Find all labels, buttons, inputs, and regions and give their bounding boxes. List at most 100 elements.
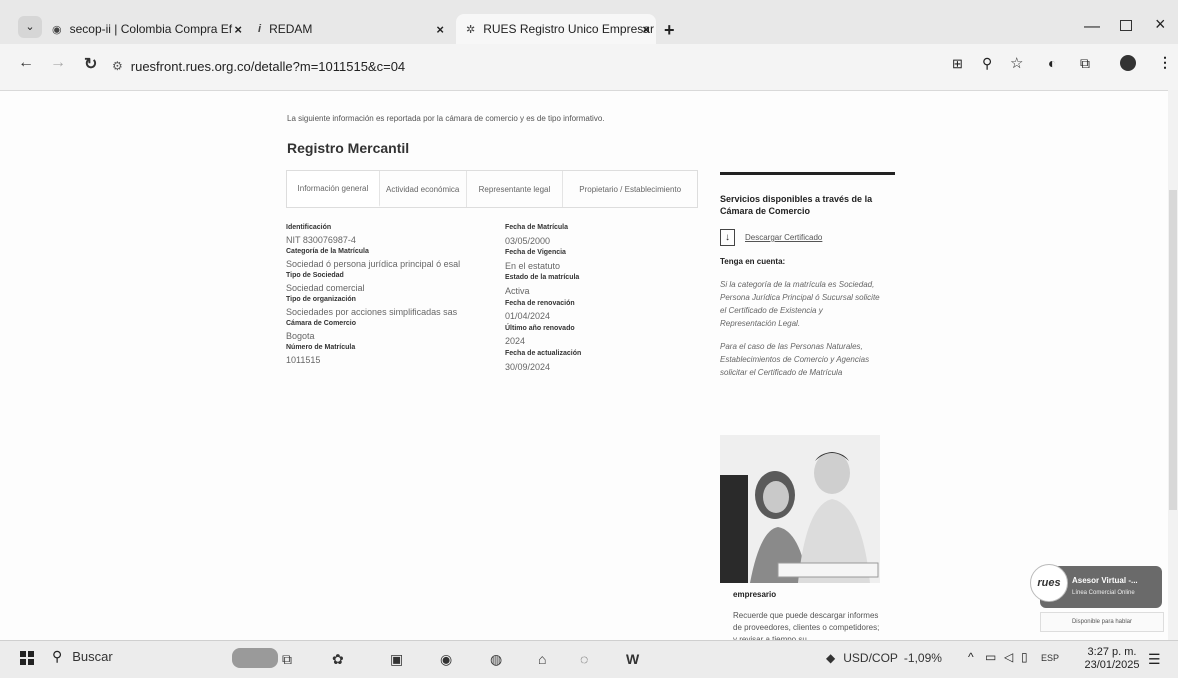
restore-button[interactable] [1120,20,1132,31]
reload-button[interactable]: ↻ [84,54,97,74]
whatsapp-icon[interactable]: ◌ [580,651,588,667]
chat-brand: rues [1037,577,1061,589]
note-1: Si la categoría de la matrícula es Socie… [720,280,880,328]
field-value: 1011515 [286,355,321,365]
card-title: empresario [733,590,777,599]
profile-avatar[interactable] [1120,55,1136,71]
field-label: Categoría de la Matrícula [286,248,369,255]
field-value: 30/09/2024 [505,361,551,372]
field-value: Sociedades por acciones simplificadas sa… [286,307,458,317]
site-info-icon[interactable]: ⚙ [112,59,123,73]
chat-title: Asesor Virtual -... [1072,576,1138,585]
rues-icon: ✲ [466,23,476,36]
windows-start-icon[interactable] [20,651,34,665]
services-sidebar: Servicios disponibles a través de la Cám… [720,172,895,379]
field-value: Sociedad ó persona jurídica principal ó … [286,259,461,269]
card-text: Recuerde que puede descargar informes de… [733,611,880,640]
right-fields: Fecha de Matrícula 03/05/2000 Fecha de V… [505,222,685,373]
tab-secop[interactable]: ◉ secop-ii | Colombia Compra Ef × [52,14,248,44]
field-label: Tipo de organización [286,296,356,303]
tenga-heading: Tenga en cuenta: [720,257,786,266]
clock[interactable]: 3:27 p. m. 23/01/2025 [1082,646,1142,672]
tray-chevron-icon[interactable]: ^ [968,650,974,664]
translate-icon[interactable]: ⊞ [952,56,963,72]
promo-image [720,435,880,583]
clock-time: 3:27 p. m. [1087,646,1137,658]
close-icon[interactable]: × [436,22,444,37]
taskbar [0,640,1178,678]
field-label: Fecha de Vigencia [505,249,566,257]
close-icon[interactable]: × [234,22,242,37]
field-label: Identificación [286,224,332,231]
tab-representante-legal[interactable]: Representante legal [467,171,564,207]
page-title: Registro Mercantil [287,140,410,156]
zoom-icon[interactable]: ⚲ [982,55,992,72]
field-label: Último año renovado [505,324,575,332]
chrome-icon[interactable]: ◉ [440,651,452,668]
intro-text: La siguiente información es reportada po… [287,114,605,123]
download-label: Descargar Certificado [745,233,823,242]
minimize-button[interactable]: — [1084,18,1100,36]
field-label: Estado de la matrícula [505,274,580,282]
new-tab-button[interactable]: + [664,20,675,41]
battery-icon[interactable]: ▯ [1021,650,1028,664]
bookmark-star-icon[interactable]: ☆ [1010,54,1023,72]
tab-label: RUES Registro Unico Empresar [483,22,654,36]
field-value: En el estatuto [505,260,561,271]
field-value: 2024 [505,336,526,347]
close-icon[interactable]: × [642,22,650,37]
field-label: Fecha de renovación [505,299,575,307]
services-heading: Servicios disponibles a través de la Cám… [720,194,873,216]
market-icon: ◆ [826,651,836,665]
field-value: Activa [505,285,530,296]
tab-propietario[interactable]: Propietario / Establecimiento [563,171,697,207]
field-label: Fecha de Matrícula [505,224,569,231]
app-icon-1[interactable]: ✿ [332,651,344,668]
tab-search-button[interactable]: ⌄ [18,16,42,38]
back-button[interactable]: ← [18,54,34,72]
ticker-label: USD/COP [843,651,898,665]
globe-icon: ◉ [52,23,62,36]
notifications-icon[interactable]: ☰ [1148,651,1161,668]
field-label: Fecha de actualización [505,349,582,357]
chat-subtitle: Línea Comercial Online [1072,590,1135,596]
url-field[interactable]: ⚙ ruesfront.rues.org.co/detalle?m=101151… [112,52,952,80]
widgets-icon[interactable] [232,648,278,668]
forward-button[interactable]: → [50,54,66,72]
left-fields: Identificación NIT 830076987-4 Categoría… [286,222,496,366]
extensions-puzzle-icon[interactable]: ⧉ [1080,55,1090,72]
tab-informacion-general[interactable]: Información general [287,171,380,207]
store-icon[interactable]: ⌂ [538,651,546,667]
url-text: ruesfront.rues.org.co/detalle?m=1011515&… [130,58,406,74]
market-widget[interactable]: ◆ USD/COP -1,09% [826,651,942,665]
chat-logo[interactable]: rues [1030,564,1068,602]
taskbar-search[interactable]: ⚲ Buscar [52,648,113,665]
tab-redam[interactable]: i REDAM × [258,14,450,44]
chat-tooltip: Disponible para hablar [1040,612,1164,632]
info-icon: i [258,23,262,35]
volume-icon[interactable]: ◁ [1004,650,1013,664]
search-icon: ⚲ [52,648,63,664]
close-window-button[interactable]: × [1155,14,1166,35]
task-view-icon[interactable]: ⧉ [282,651,292,668]
tab-rues[interactable]: ✲ RUES Registro Unico Empresar × [456,14,656,44]
download-icon: ↓ [720,229,735,246]
field-value: Sociedad comercial [286,283,365,293]
app-icon-2[interactable]: ▣ [390,651,403,668]
language-indicator[interactable]: ESP [1041,653,1059,663]
field-value: 03/05/2000 [505,235,551,246]
chat-tooltip-text: Disponible para hablar [1071,619,1133,625]
field-label: Tipo de Sociedad [286,272,344,279]
field-value: 01/04/2024 [505,311,551,322]
word-icon[interactable]: W [626,651,639,667]
app-icon-3[interactable]: ◍ [490,651,502,668]
tab-actividad-economica[interactable]: Actividad económica [380,171,467,207]
search-label: Buscar [72,649,113,664]
extension-icon[interactable]: ◐ [1048,55,1056,71]
scrollbar-thumb[interactable] [1169,190,1177,510]
field-value: Bogota [286,331,315,341]
download-certificate-link[interactable]: ↓ Descargar Certificado [720,229,895,246]
menu-icon[interactable]: ⋮ [1158,54,1172,71]
network-icon[interactable]: ▭ [985,650,996,664]
info-tabs: Información general Actividad económica … [286,170,698,208]
